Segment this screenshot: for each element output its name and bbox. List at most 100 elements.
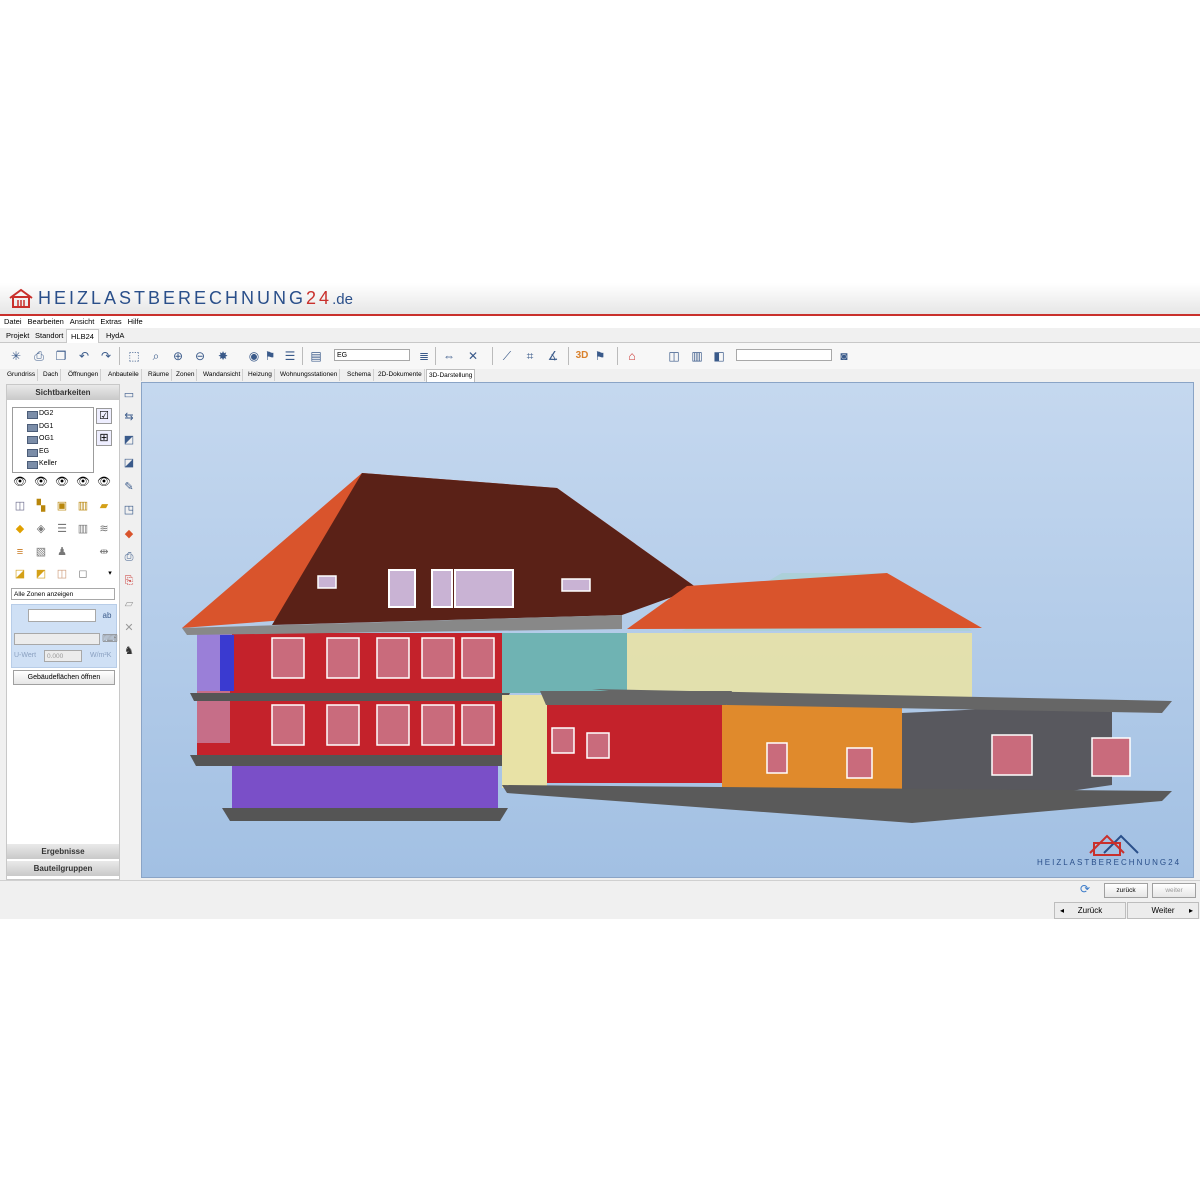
floor-item[interactable]: Keller xyxy=(13,458,93,471)
light-icon[interactable]: ✸ xyxy=(215,348,231,364)
tab-grundriss[interactable]: Grundriss xyxy=(5,369,39,381)
next-button[interactable]: Weiter ▸ xyxy=(1127,902,1199,919)
results-section[interactable]: Ergebnisse xyxy=(7,844,119,859)
building-3d-model[interactable] xyxy=(142,383,1193,877)
layers-icon[interactable]: ≣ xyxy=(416,348,432,364)
tab-heizung[interactable]: Heizung xyxy=(246,369,275,381)
search-input[interactable] xyxy=(736,349,832,361)
back-small-button[interactable]: zurück xyxy=(1104,883,1148,898)
zoom-in-icon[interactable]: ⊕ xyxy=(170,348,186,364)
cube-cut-icon[interactable]: ◩ xyxy=(120,431,138,449)
cube-outline-icon[interactable]: ◻ xyxy=(76,567,90,581)
rename-icon[interactable]: ab xyxy=(100,609,114,623)
cube-settings-icon[interactable]: ◪ xyxy=(120,454,138,472)
floor-icon[interactable]: ▤ xyxy=(308,348,324,364)
floor-item[interactable]: EG xyxy=(13,446,93,459)
person-icon[interactable]: ♟ xyxy=(55,545,69,559)
undo-icon[interactable]: ↶ xyxy=(76,348,92,364)
panel-header[interactable]: Sichtbarkeiten xyxy=(7,385,119,400)
tab-hyda[interactable]: HydA xyxy=(102,329,128,342)
menu-datei[interactable]: Datei xyxy=(4,316,22,328)
view-3d-button[interactable]: 3D xyxy=(574,348,590,364)
delete-plane-icon[interactable]: ✕ xyxy=(120,619,138,637)
ceiling-icon[interactable]: ◈ xyxy=(34,522,48,536)
eye-icon[interactable]: 👁 xyxy=(34,475,48,489)
walk-icon[interactable]: ♞ xyxy=(120,642,138,660)
roof-icon[interactable]: ⌂ xyxy=(624,348,640,364)
tab-wandansicht[interactable]: Wandansicht xyxy=(201,369,244,381)
edit-icon[interactable]: ⌨ xyxy=(102,632,118,646)
cube-yellow-icon[interactable]: ◪ xyxy=(13,567,27,581)
measure-icon[interactable]: ⟋ xyxy=(499,348,515,364)
opening-icon[interactable]: ▥ xyxy=(76,499,90,513)
zone-teal[interactable] xyxy=(502,633,627,693)
tab-anbauteile[interactable]: Anbauteile xyxy=(106,369,142,381)
eye-icon[interactable]: 👁 xyxy=(55,475,69,489)
layers-icon[interactable]: ≡ xyxy=(13,545,27,559)
pipes-icon[interactable]: ≋ xyxy=(97,522,111,536)
list-icon[interactable]: ☰ xyxy=(282,348,298,364)
sync-icon[interactable]: ⟳ xyxy=(1080,882,1090,896)
zone-keller[interactable] xyxy=(232,763,498,808)
print-icon[interactable]: ⎙ xyxy=(31,348,47,364)
component-groups-section[interactable]: Bauteilgruppen xyxy=(7,861,119,876)
door-icon[interactable]: ▚ xyxy=(34,499,48,513)
dimension-icon[interactable]: ⇹ xyxy=(97,545,111,559)
3d-viewport[interactable]: HEIZLASTBERECHNUNG24 xyxy=(141,382,1194,878)
menu-bearbeiten[interactable]: Bearbeiten xyxy=(28,316,64,328)
tab-projekt[interactable]: Projekt xyxy=(2,329,33,342)
cube-open-icon[interactable]: ◩ xyxy=(34,567,48,581)
menu-ansicht[interactable]: Ansicht xyxy=(70,316,95,328)
next-small-button[interactable]: weiter xyxy=(1152,883,1196,898)
zone-select[interactable]: Alle Zonen anzeigen xyxy=(11,588,115,600)
zoom-window-icon[interactable]: ⌕ xyxy=(148,348,164,364)
window-toggle-icon[interactable]: ▭ xyxy=(120,386,138,404)
room-icon[interactable]: ▧ xyxy=(34,545,48,559)
wall-icon[interactable]: ◫ xyxy=(13,499,27,513)
radiator-icon[interactable]: ▥ xyxy=(76,522,90,536)
eraser-icon[interactable]: ◆ xyxy=(120,525,138,543)
export-icon[interactable]: ⎘ xyxy=(120,572,138,590)
redo-icon[interactable]: ↷ xyxy=(98,348,114,364)
surface-name-input[interactable] xyxy=(28,609,96,622)
floor-item[interactable]: DG1 xyxy=(13,421,93,434)
select-area-icon[interactable]: ⬚ xyxy=(126,348,142,364)
grid-view-icon[interactable]: ⊞ xyxy=(96,430,112,446)
tab-3d-darstellung[interactable]: 3D-Darstellung xyxy=(426,369,476,382)
eye-icon[interactable]: 👁 xyxy=(13,475,27,489)
flag-icon[interactable]: ⚑ xyxy=(262,348,278,364)
uwert-field[interactable]: 0.000 xyxy=(44,650,82,662)
slab-icon[interactable]: ▰ xyxy=(97,499,111,513)
scale-icon[interactable]: ⇔ xyxy=(441,348,457,364)
open-surfaces-button[interactable]: Gebäudeflächen öffnen xyxy=(13,670,115,685)
zone-blue-strip[interactable] xyxy=(220,635,234,691)
plane-icon[interactable]: ▱ xyxy=(120,595,138,613)
angle-icon[interactable]: ∡ xyxy=(545,348,561,364)
roof-surface-icon[interactable]: ◆ xyxy=(13,522,27,536)
tab-schema[interactable]: Schema xyxy=(345,369,374,381)
cube-icon[interactable]: ◫ xyxy=(666,348,682,364)
back-button[interactable]: ◂ Zurück xyxy=(1054,902,1126,919)
more-dropdown-icon[interactable]: ▾ xyxy=(103,567,117,581)
pencil-icon[interactable]: ✎ xyxy=(120,478,138,496)
cube-red-icon[interactable]: ◫ xyxy=(55,567,69,581)
stairs-icon[interactable]: ☰ xyxy=(55,522,69,536)
box-icon[interactable]: ◧ xyxy=(711,348,727,364)
floor-item[interactable]: DG2 xyxy=(13,408,93,421)
print-view-icon[interactable]: ⎙ xyxy=(120,548,138,566)
tab-wohnungsstationen[interactable]: Wohnungsstationen xyxy=(278,369,341,381)
visibility-icon[interactable]: ◉ xyxy=(246,348,262,364)
tab-2d-dokumente[interactable]: 2D-Dokumente xyxy=(376,369,425,381)
flag-view-icon[interactable]: ⚑ xyxy=(592,348,608,364)
tab-raeume[interactable]: Räume xyxy=(146,369,172,381)
snap-icon[interactable]: ⌗ xyxy=(522,348,538,364)
floor-item[interactable]: OG1 xyxy=(13,433,93,446)
eye-icon[interactable]: 👁 xyxy=(97,475,111,489)
menu-extras[interactable]: Extras xyxy=(100,316,121,328)
window-icon[interactable]: ▣ xyxy=(55,499,69,513)
dimension-icon[interactable]: ✕ xyxy=(465,348,481,364)
refresh-icon[interactable]: ⇆ xyxy=(120,408,138,426)
tab-standort[interactable]: Standort xyxy=(31,329,67,342)
copy-icon[interactable]: ❐ xyxy=(53,348,69,364)
zone-yellow[interactable] xyxy=(502,695,547,788)
